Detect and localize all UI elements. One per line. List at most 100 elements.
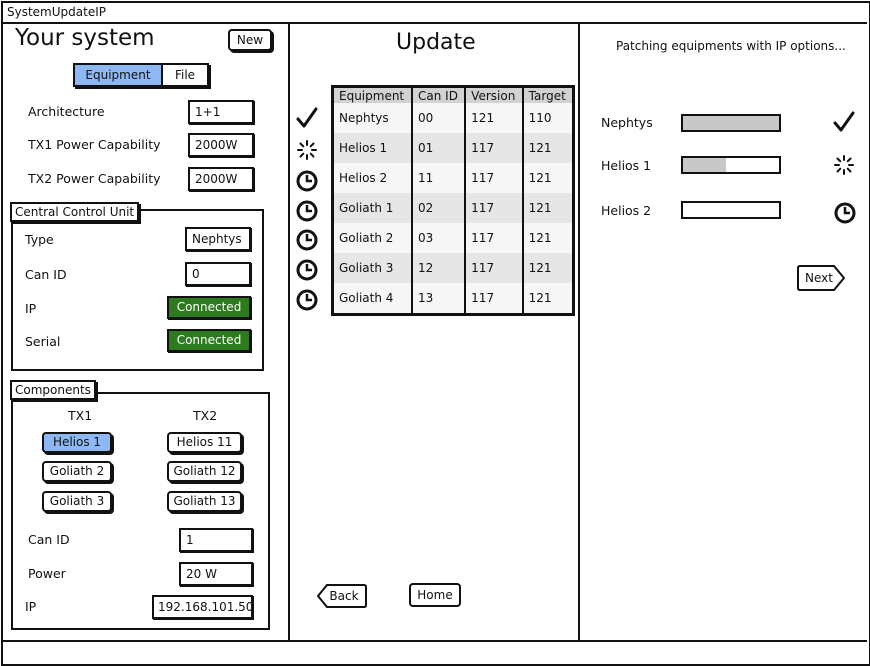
cell-version: 117: [465, 283, 524, 315]
title-bar: SystemUpdateIP: [3, 3, 867, 24]
cell-equipment: Helios 2: [332, 163, 413, 193]
loading-spinner-icon: [834, 155, 854, 175]
table-row[interactable]: Goliath 1 02 117 121: [332, 193, 574, 223]
tx1-power-label: TX1 Power Capability: [28, 137, 161, 152]
cell-equipment: Goliath 2: [332, 223, 413, 253]
cell-canid: 03: [412, 223, 467, 253]
table-row[interactable]: Goliath 2 03 117 121: [332, 223, 574, 253]
back-button[interactable]: Back: [316, 583, 368, 609]
table-row[interactable]: Nephtys 00 121 110: [332, 103, 574, 133]
component-goliath-3[interactable]: Goliath 3: [42, 491, 112, 512]
progress-bar-nephtys: [681, 114, 781, 132]
cell-canid: 11: [412, 163, 467, 193]
new-button[interactable]: New: [228, 29, 272, 51]
cell-equipment: Goliath 1: [332, 193, 413, 223]
cell-canid: 00: [412, 103, 467, 133]
tab-file[interactable]: File: [163, 65, 207, 85]
ccu-ip-status: Connected: [167, 296, 251, 319]
component-goliath-13[interactable]: Goliath 13: [167, 491, 242, 512]
ccu-ip-label: IP: [25, 301, 37, 316]
check-icon: [296, 107, 318, 128]
loading-spinner-icon: [297, 140, 317, 160]
progress-label-helios-2: Helios 2: [601, 203, 652, 218]
column-header-canid[interactable]: Can ID: [412, 86, 467, 103]
status-bar: [3, 640, 867, 642]
component-canid-field[interactable]: 1: [179, 528, 253, 552]
cell-version: 117: [465, 193, 524, 223]
table-row[interactable]: Helios 1 01 117 121: [332, 133, 574, 163]
component-power-field[interactable]: 20 W: [179, 562, 253, 586]
cell-version: 117: [465, 133, 524, 163]
progress-bar-helios-1: [681, 156, 781, 174]
clock-icon: [296, 289, 318, 311]
table-row[interactable]: Helios 2 11 117 121: [332, 163, 574, 193]
cell-target: 121: [522, 253, 574, 283]
column-header-target[interactable]: Target: [522, 86, 574, 103]
component-goliath-2[interactable]: Goliath 2: [42, 461, 112, 482]
cell-canid: 13: [412, 283, 467, 315]
tab-bar: Equipment File: [73, 63, 209, 87]
ccu-type-label: Type: [25, 232, 54, 247]
progress-fill: [683, 158, 727, 172]
progress-label-nephtys: Nephtys: [601, 115, 653, 130]
cell-version: 117: [465, 253, 524, 283]
clock-icon: [296, 259, 318, 281]
tab-equipment[interactable]: Equipment: [75, 65, 163, 85]
cell-equipment: Nephtys: [332, 103, 413, 133]
cell-version: 117: [465, 223, 524, 253]
update-table: Equipment Can ID Version Target Nephtys …: [331, 85, 575, 316]
cell-target: 121: [522, 163, 574, 193]
divider-right: [578, 24, 580, 640]
component-goliath-12[interactable]: Goliath 12: [167, 461, 242, 482]
component-ip-label: IP: [25, 599, 37, 614]
component-power-label: Power: [28, 566, 66, 581]
cell-equipment: Helios 1: [332, 133, 413, 163]
table-row[interactable]: Goliath 4 13 117 121: [332, 283, 574, 315]
tx1-power-field[interactable]: 2000W: [188, 133, 254, 157]
table-header-row: Equipment Can ID Version Target: [332, 86, 574, 103]
cell-canid: 12: [412, 253, 467, 283]
column-header-version[interactable]: Version: [465, 86, 524, 103]
tx1-column-label: TX1: [68, 408, 93, 423]
cell-target: 110: [522, 103, 574, 133]
home-button[interactable]: Home: [409, 583, 461, 607]
component-helios-11[interactable]: Helios 11: [167, 432, 242, 453]
window-title: SystemUpdateIP: [7, 5, 106, 19]
components-group-title: Components: [10, 380, 96, 400]
progress-bar-helios-2: [681, 201, 781, 219]
ccu-serial-label: Serial: [25, 334, 61, 349]
clock-icon: [296, 229, 318, 251]
component-helios-1[interactable]: Helios 1: [42, 432, 112, 453]
cell-equipment: Goliath 3: [332, 253, 413, 283]
page-title: Your system: [15, 25, 155, 51]
cell-canid: 02: [412, 193, 467, 223]
cell-target: 121: [522, 193, 574, 223]
architecture-field[interactable]: 1+1: [188, 100, 254, 124]
component-ip-field[interactable]: 192.168.101.50: [152, 595, 253, 619]
column-header-equipment[interactable]: Equipment: [332, 86, 413, 103]
clock-icon: [834, 202, 856, 224]
ccu-group-title: Central Control Unit: [10, 202, 140, 222]
progress-fill: [683, 116, 779, 130]
ccu-serial-status: Connected: [167, 329, 251, 352]
divider-left: [288, 24, 290, 640]
table-row[interactable]: Goliath 3 12 117 121: [332, 253, 574, 283]
component-canid-label: Can ID: [28, 532, 70, 547]
tx2-power-field[interactable]: 2000W: [188, 167, 254, 191]
ccu-type-field[interactable]: Nephtys: [185, 227, 251, 251]
ccu-canid-label: Can ID: [25, 267, 67, 282]
ccu-canid-field[interactable]: 0: [185, 262, 251, 286]
cell-version: 117: [465, 163, 524, 193]
architecture-label: Architecture: [28, 104, 105, 119]
patch-status-text: Patching equipments with IP options...: [616, 39, 846, 53]
next-button[interactable]: Next: [796, 264, 842, 292]
cell-canid: 01: [412, 133, 467, 163]
cell-target: 121: [522, 133, 574, 163]
tx2-power-label: TX2 Power Capability: [28, 171, 161, 186]
clock-icon: [296, 200, 318, 222]
cell-equipment: Goliath 4: [332, 283, 413, 315]
check-icon: [833, 111, 855, 132]
tx2-column-label: TX2: [193, 408, 218, 423]
cell-version: 121: [465, 103, 524, 133]
clock-icon: [296, 170, 318, 192]
